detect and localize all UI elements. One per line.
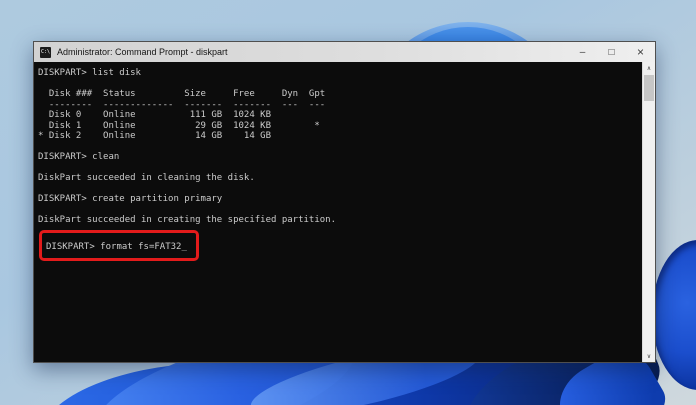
titlebar[interactable]: C:\ Administrator: Command Prompt - disk… — [34, 42, 655, 62]
terminal[interactable]: DISKPART> list disk Disk ### Status Size… — [34, 62, 655, 362]
maximize-button[interactable]: □ — [597, 42, 626, 62]
terminal-text: DISKPART> list disk Disk ### Status Size… — [38, 68, 639, 261]
current-command: DISKPART> format fs=FAT32 — [46, 242, 181, 252]
window-controls: – □ × — [568, 42, 655, 62]
scrollbar[interactable]: ∧ ∨ — [642, 62, 655, 362]
cmd-window: C:\ Administrator: Command Prompt - disk… — [33, 41, 656, 363]
highlight-box: DISKPART> format fs=FAT32_ — [39, 230, 199, 261]
terminal-output: DISKPART> list disk Disk ### Status Size… — [38, 68, 639, 226]
desktop: C:\ Administrator: Command Prompt - disk… — [0, 0, 696, 405]
window-title: Administrator: Command Prompt - diskpart — [57, 47, 228, 57]
command-line: DISKPART> format fs=FAT32_ — [38, 230, 639, 261]
scrollbar-thumb[interactable] — [644, 75, 654, 101]
scroll-down-icon[interactable]: ∨ — [643, 350, 655, 362]
cmd-icon: C:\ — [40, 47, 51, 58]
wallpaper-bloom-flower — [0, 356, 696, 405]
minimize-button[interactable]: – — [568, 42, 597, 62]
close-button[interactable]: × — [626, 42, 655, 62]
scroll-up-icon[interactable]: ∧ — [643, 62, 655, 74]
text-cursor: _ — [181, 242, 186, 252]
